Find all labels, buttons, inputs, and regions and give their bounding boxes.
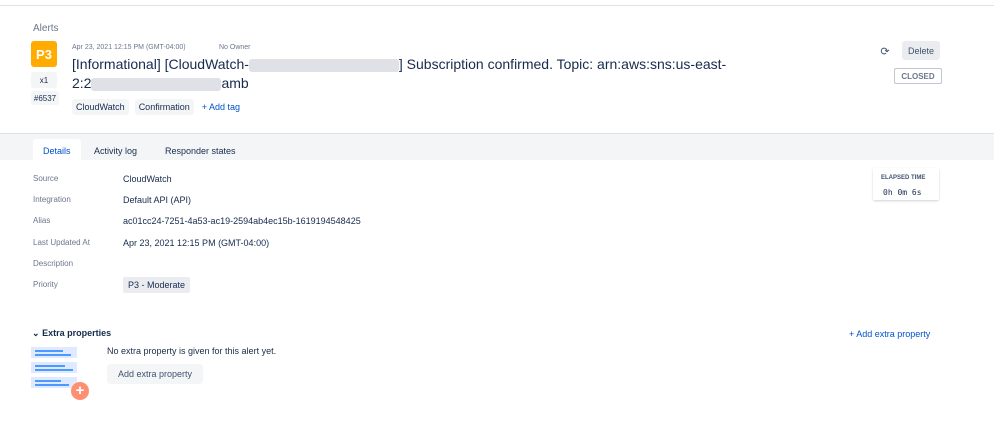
alert-title-part1: [Informational] [CloudWatch- [72, 56, 249, 72]
priority-tag[interactable]: P3 - Moderate [123, 277, 191, 293]
tag-list: CloudWatch Confirmation + Add tag [72, 99, 240, 115]
detail-label-integration: Integration [33, 195, 71, 204]
status-badge: CLOSED [894, 68, 942, 84]
priority-badge: P3 [31, 41, 57, 67]
detail-label-priority: Priority [33, 280, 58, 289]
detail-value-integration[interactable]: Default API (API) [123, 195, 191, 205]
tab-bar: Details Activity log Responder states [0, 133, 994, 160]
tab-details[interactable]: Details [43, 146, 71, 156]
elapsed-time-label: ELAPSED TIME [881, 175, 926, 181]
chevron-down-icon: ⌄ [32, 328, 40, 338]
tag-cloudwatch[interactable]: CloudWatch [72, 99, 129, 115]
extra-properties-toggle[interactable]: ⌄ Extra properties [32, 328, 111, 339]
elapsed-time-card: ELAPSED TIME 0h 0m 6s [873, 168, 939, 200]
detail-label-alias: Alias [33, 216, 51, 225]
tab-activity-log[interactable]: Activity log [94, 146, 137, 156]
elapsed-time-value: 0h 0m 6s [883, 188, 922, 197]
add-extra-property-button[interactable]: Add extra property [107, 364, 203, 384]
created-at: Apr 23, 2021 12:15 PM (GMT-04:00) [72, 44, 186, 51]
refresh-icon[interactable]: ⟳ [877, 43, 893, 59]
redacted-block [248, 58, 399, 72]
extra-properties-heading: Extra properties [42, 328, 112, 338]
alert-title-part3: amb [221, 75, 249, 91]
detail-value-source: CloudWatch [123, 174, 172, 184]
empty-state-illustration-icon: + [31, 345, 91, 401]
empty-message: No extra property is given for this aler… [107, 346, 277, 356]
tab-responder-states[interactable]: Responder states [165, 146, 236, 156]
detail-label-last-updated: Last Updated At [33, 238, 90, 247]
delete-button[interactable]: Delete [902, 41, 940, 60]
owner-label[interactable]: No Owner [219, 44, 251, 51]
alert-tiny-id: #6537 [31, 91, 59, 105]
detail-value-alias: ac01cc24-7251-4a53-ac19-2594ab4ec15b-161… [123, 216, 361, 226]
detail-label-source: Source [33, 174, 59, 183]
redacted-block [91, 77, 222, 91]
add-tag-link[interactable]: + Add tag [202, 102, 240, 112]
add-extra-property-link[interactable]: + Add extra property [849, 329, 930, 339]
plus-icon: + [71, 382, 89, 400]
top-divider [0, 5, 994, 6]
breadcrumb[interactable]: Alerts [33, 23, 59, 34]
tag-confirmation[interactable]: Confirmation [134, 99, 194, 115]
detail-value-priority: P3 - Moderate [123, 277, 191, 293]
detail-label-description: Description [33, 259, 74, 268]
alert-count-badge: x1 [31, 72, 57, 88]
detail-value-last-updated: Apr 23, 2021 12:15 PM (GMT-04:00) [123, 238, 270, 248]
alert-title: [Informational] [CloudWatch-] Subscripti… [72, 55, 732, 93]
